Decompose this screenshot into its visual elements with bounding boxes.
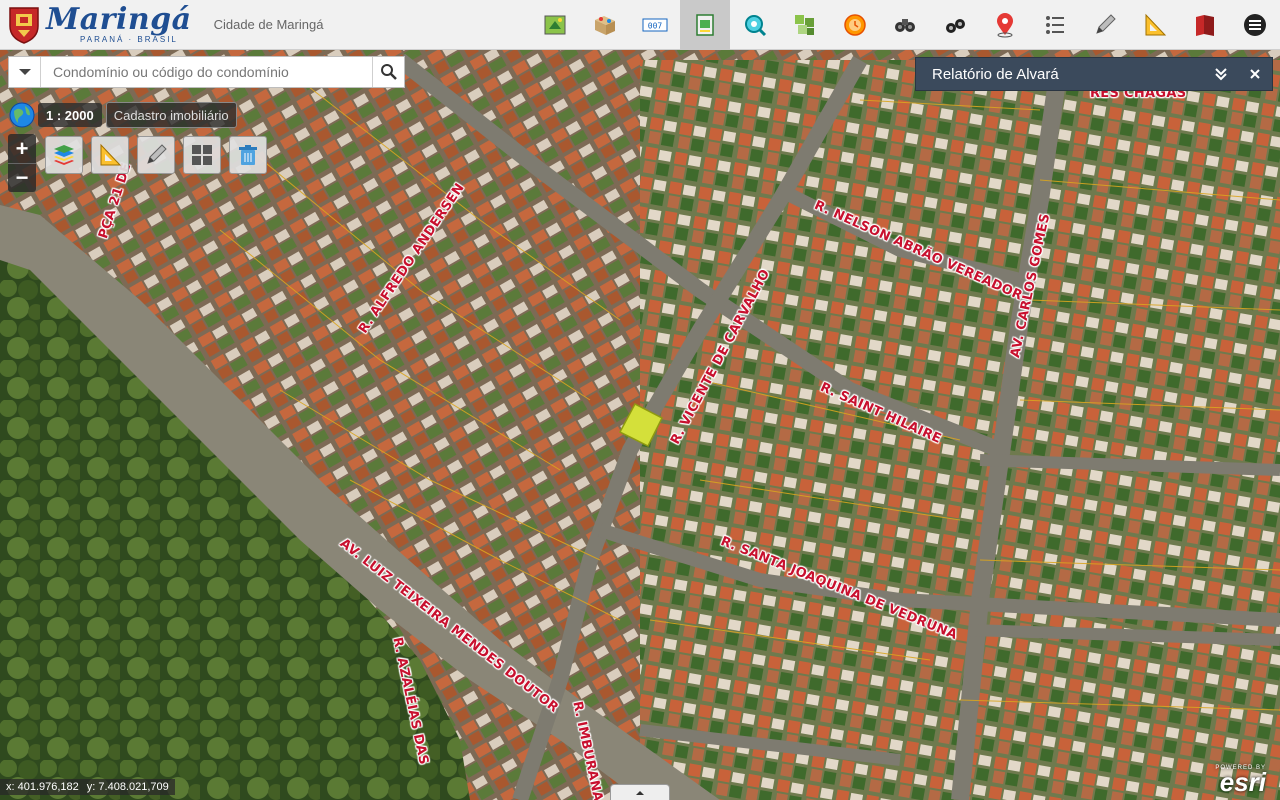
coordinate-counter-icon: 007: [642, 18, 668, 32]
pencil-icon: [1096, 14, 1116, 34]
pencil-button[interactable]: [1080, 0, 1130, 50]
coord-x: x: 401.976,182: [6, 781, 79, 793]
book-icon: [1196, 15, 1214, 36]
esri-attribution: POWERED BY esri: [1215, 765, 1266, 797]
map-export-button[interactable]: [530, 0, 580, 50]
book-button[interactable]: [1180, 0, 1230, 50]
alvara-report-panel: Relatório de Alvará: [915, 57, 1273, 91]
chevron-up-icon: [636, 790, 644, 795]
zoom-in-button[interactable]: +: [8, 134, 36, 163]
orange-clock-icon: [844, 14, 866, 36]
layers-button[interactable]: [45, 136, 83, 174]
grid-icon: [192, 145, 212, 165]
document-report-button[interactable]: [680, 0, 730, 50]
chevron-down-icon: [18, 69, 31, 75]
binoculars-alt-button[interactable]: [930, 0, 980, 50]
svg-text:007: 007: [648, 22, 663, 31]
binoculars-alt-icon: [946, 19, 965, 33]
city-crest-icon: [9, 6, 39, 44]
clear-button[interactable]: [229, 136, 267, 174]
map-export-icon: [544, 15, 566, 35]
binoculars-icon: [895, 19, 915, 32]
hamburger-menu-button[interactable]: [1230, 0, 1280, 50]
trash-icon: [239, 145, 257, 165]
layers-icon: [54, 145, 74, 165]
map-pieces-icon: [795, 15, 814, 35]
orange-clock-button[interactable]: [830, 0, 880, 50]
ruler-triangle-icon: [100, 143, 122, 166]
globe-icon[interactable]: [8, 101, 36, 129]
measure-button[interactable]: [91, 136, 129, 174]
bottom-panel-toggle[interactable]: [610, 784, 670, 800]
logo-subtitle: PARANÁ · BRASIL: [80, 35, 178, 44]
search-icon: [380, 64, 397, 80]
scale-controls: 1 : 2000 Cadastro imobiliário: [8, 101, 237, 129]
esri-logo: esri: [1219, 766, 1266, 797]
double-chevron-down-icon: [1215, 68, 1227, 81]
pencil-icon: [147, 144, 167, 164]
map-markers-button[interactable]: [580, 0, 630, 50]
ruler-triangle-icon: [1145, 13, 1167, 36]
map-pieces-button[interactable]: [780, 0, 830, 50]
map-markers-icon: [595, 16, 615, 35]
zoom-controls: + −: [8, 134, 36, 192]
scale-value[interactable]: 1 : 2000: [38, 103, 102, 127]
location-pin-icon: [997, 13, 1013, 38]
logo-name: Maringá: [46, 2, 192, 37]
panel-title: Relatório de Alvará: [932, 65, 1059, 83]
search-input[interactable]: [41, 57, 372, 87]
city-logo[interactable]: Maringá PARANÁ · BRASIL: [0, 0, 192, 50]
list-icon: [1046, 16, 1064, 34]
zoom-target-icon: [745, 15, 767, 37]
grid-button[interactable]: [183, 136, 221, 174]
draw-button[interactable]: [137, 136, 175, 174]
panel-collapse-button[interactable]: [1204, 57, 1238, 91]
app-header: Maringá PARANÁ · BRASIL Cidade de Maring…: [0, 0, 1280, 50]
panel-close-button[interactable]: [1238, 57, 1272, 91]
coordinates-readout: x: 401.976,182 y: 7.408.021,709: [0, 779, 175, 795]
hamburger-menu-icon: [1244, 14, 1266, 36]
list-button[interactable]: [1030, 0, 1080, 50]
location-pin-button[interactable]: [980, 0, 1030, 50]
search-button[interactable]: [372, 57, 404, 87]
ruler-triangle-button[interactable]: [1130, 0, 1180, 50]
city-label: Cidade de Maringá: [213, 17, 324, 32]
zoom-out-button[interactable]: −: [8, 163, 36, 192]
binoculars-button[interactable]: [880, 0, 930, 50]
main-toolbar: 007: [530, 0, 1280, 50]
close-icon: [1250, 69, 1260, 79]
layer-label[interactable]: Cadastro imobiliário: [105, 102, 237, 128]
search-bar: [8, 56, 405, 88]
zoom-target-button[interactable]: [730, 0, 780, 50]
quick-tools: [45, 136, 267, 174]
search-dropdown-button[interactable]: [9, 57, 41, 87]
document-report-icon: [696, 14, 714, 36]
coord-y: y: 7.408.021,709: [86, 781, 169, 793]
coordinate-counter-button[interactable]: 007: [630, 0, 680, 50]
